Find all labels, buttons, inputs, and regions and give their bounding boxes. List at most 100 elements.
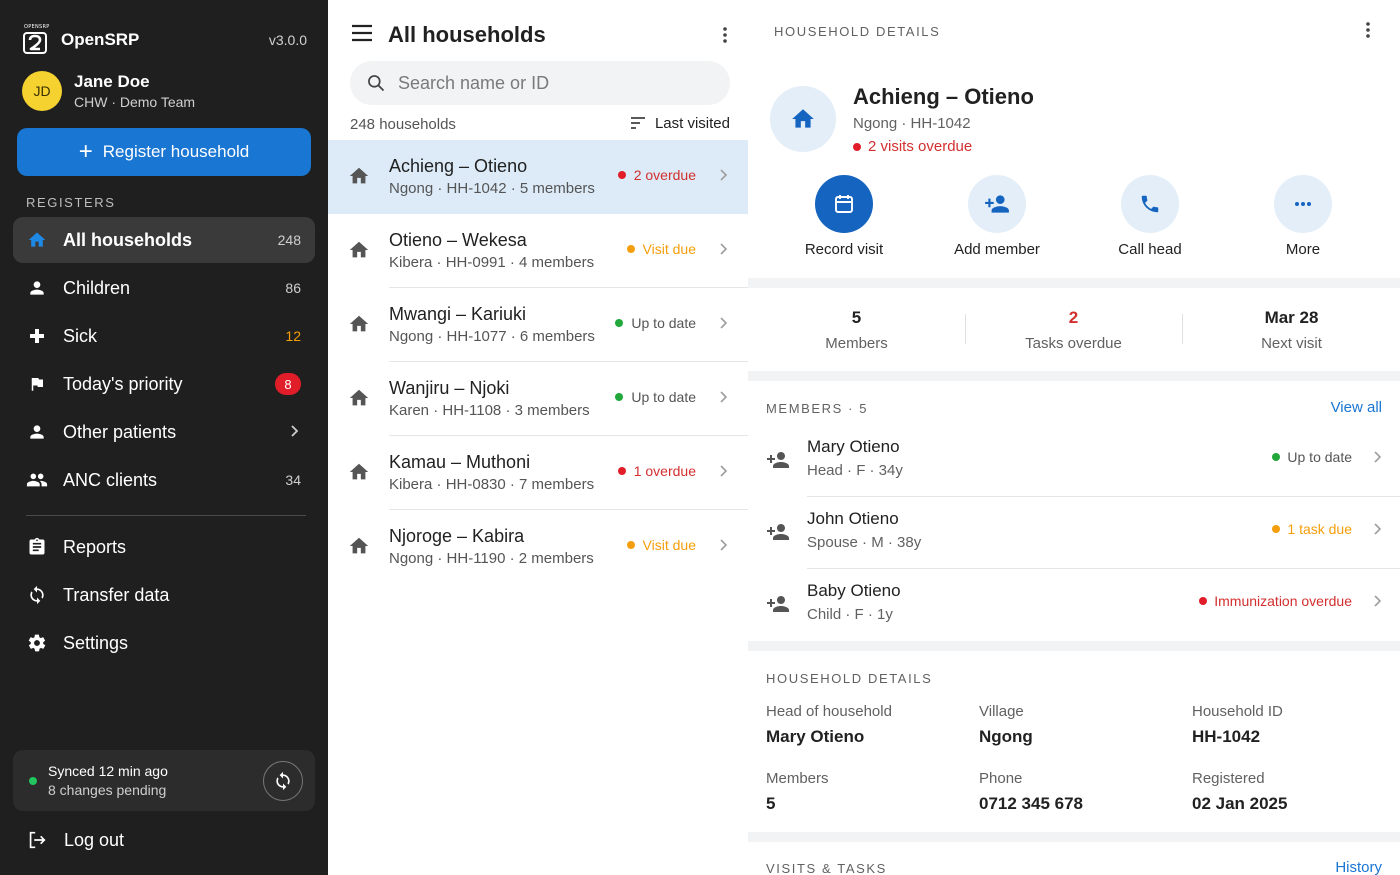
- sidebar-item-label: Other patients: [63, 421, 177, 442]
- chevron-right-icon: [1370, 450, 1384, 469]
- sidebar-item-todays-priority[interactable]: Today's priority 8: [13, 361, 315, 407]
- page-title: All households: [388, 22, 546, 47]
- member-row[interactable]: Baby Otieno Child · F · 1y Immunization …: [748, 569, 1400, 641]
- user-profile[interactable]: JD Jane Doe CHW · Demo Team: [22, 70, 307, 112]
- sort-label: Last visited: [654, 114, 730, 132]
- sidebar-item-label: ANC clients: [63, 469, 158, 490]
- sidebar-item-label: Children: [63, 277, 131, 298]
- sync-status-dot: [29, 777, 37, 785]
- household-row[interactable]: Achieng – Otieno Ngong · HH-1042 · 5 mem…: [328, 140, 748, 214]
- household-row[interactable]: Otieno – Wekesa Kibera · HH-0991 · 4 mem…: [328, 214, 748, 288]
- member-name: John Otieno: [807, 509, 899, 528]
- more-vert-icon[interactable]: [1358, 20, 1378, 40]
- status-text: Visit due: [642, 537, 696, 553]
- field-label: Household ID: [1192, 703, 1283, 720]
- sidebar-item-all-households[interactable]: All households 248: [13, 217, 315, 263]
- avatar: JD: [22, 71, 62, 111]
- chevron-right-icon: [716, 316, 730, 335]
- plus-icon: [26, 325, 48, 347]
- sync-now-button[interactable]: [263, 761, 303, 801]
- stat-members: 5 Members: [748, 308, 965, 352]
- sidebar-item-anc-clients[interactable]: ANC clients 34: [13, 457, 315, 503]
- search-bar[interactable]: [350, 61, 730, 105]
- calendar-icon: [835, 195, 853, 213]
- call-head-circle[interactable]: [1121, 175, 1179, 233]
- status-badge: Up to date: [615, 389, 696, 405]
- sidebar-item-other-patients[interactable]: Other patients: [13, 409, 315, 455]
- record-visit-button[interactable]: Record visit: [784, 175, 904, 258]
- more-actions-circle[interactable]: [1274, 175, 1332, 233]
- user-role: CHW · Demo Team: [74, 93, 196, 110]
- search-input[interactable]: [398, 72, 698, 94]
- household-subtitle: Ngong · HH-1042: [853, 115, 971, 132]
- household-avatar: [770, 86, 836, 152]
- home-icon: [348, 387, 370, 414]
- household-row[interactable]: Mwangi – Kariuki Ngong · HH-1077 · 6 mem…: [328, 288, 748, 362]
- sidebar-item-settings[interactable]: Settings: [13, 620, 315, 666]
- field-members: Members 5: [766, 770, 966, 814]
- household-row[interactable]: Wanjiru – Njoki Karen · HH-1108 · 3 memb…: [328, 362, 748, 436]
- member-meta: Head · F · 34y: [807, 462, 903, 479]
- brand: OPENSRP OpenSRP v3.0.0: [22, 24, 307, 54]
- member-row[interactable]: John Otieno Spouse · M · 38y 1 task due: [748, 497, 1400, 569]
- clipboard-icon: [26, 536, 48, 558]
- call-head-button[interactable]: Call head: [1090, 175, 1210, 258]
- status-badge: 1 overdue: [617, 463, 696, 479]
- field-label: Head of household: [766, 703, 892, 720]
- person-add-icon: [985, 195, 1009, 213]
- more-actions-button[interactable]: More: [1243, 175, 1363, 258]
- section-divider: [748, 371, 1400, 381]
- logout-button[interactable]: Log out: [26, 826, 124, 854]
- register-household-button[interactable]: + Register household: [17, 128, 311, 176]
- household-row[interactable]: Kamau – Muthoni Kibera · HH-0830 · 7 mem…: [328, 436, 748, 510]
- history-link[interactable]: History: [1335, 859, 1382, 875]
- home-icon: [348, 165, 370, 192]
- stat-next-visit: Mar 28 Next visit: [1183, 308, 1400, 352]
- household-row[interactable]: Njoroge – Kabira Ngong · HH-1190 · 2 mem…: [328, 510, 748, 584]
- sidebar-item-sick[interactable]: Sick 12: [13, 313, 315, 359]
- sidebar-item-count: 248: [277, 232, 301, 248]
- household-meta: Ngong · HH-1190 · 2 members: [389, 550, 594, 567]
- status-dot: [615, 319, 624, 327]
- view-all-link[interactable]: View all: [1331, 399, 1382, 416]
- field-head-of-household: Head of household Mary Otieno: [766, 703, 966, 747]
- household-name: Achieng – Otieno: [389, 156, 528, 176]
- more-icon: [1295, 202, 1311, 206]
- household-list-panel: All households 248 households Last visit…: [328, 0, 748, 875]
- sidebar-item-label: Transfer data: [63, 584, 170, 605]
- sort-button[interactable]: Last visited: [629, 114, 730, 132]
- add-member-circle[interactable]: [968, 175, 1026, 233]
- more-vert-icon[interactable]: [715, 25, 735, 45]
- field-value: 0712 345 678: [979, 794, 1083, 813]
- list-header: All households: [350, 20, 735, 50]
- household-name: Mwangi – Kariuki: [389, 304, 527, 324]
- menu-icon[interactable]: [350, 21, 374, 50]
- sidebar-item-children[interactable]: Children 86: [13, 265, 315, 311]
- add-member-button[interactable]: Add member: [937, 175, 1057, 258]
- status-badge: 2 overdue: [617, 167, 696, 183]
- sync-title: Synced 12 min ago: [48, 763, 168, 779]
- status-text: 1 task due: [1287, 521, 1352, 537]
- member-row[interactable]: Mary Otieno Head · F · 34y Up to date: [748, 425, 1400, 497]
- household-title: Achieng – Otieno: [853, 84, 1034, 109]
- chevron-right-icon: [716, 464, 730, 483]
- sidebar-item-transfer-data[interactable]: Transfer data: [13, 572, 315, 618]
- sidebar-item-reports[interactable]: Reports: [13, 524, 315, 570]
- household-count: 248 households: [350, 116, 456, 133]
- field-label: Members: [766, 770, 829, 787]
- household-meta: Ngong · HH-1077 · 6 members: [389, 328, 595, 345]
- status-dot: [626, 245, 635, 253]
- chevron-right-icon: [716, 242, 730, 261]
- status-dot: [617, 171, 626, 179]
- member-name: Mary Otieno: [807, 437, 900, 456]
- register-household-label: Register household: [102, 142, 250, 161]
- status-badge: Up to date: [1272, 449, 1352, 465]
- household-name: Wanjiru – Njoki: [389, 378, 510, 398]
- section-label: HOUSEHOLD DETAILS: [774, 24, 941, 39]
- field-value: 02 Jan 2025: [1192, 794, 1288, 813]
- app-version: v3.0.0: [268, 32, 307, 48]
- action-label: More: [1285, 241, 1321, 258]
- home-icon: [348, 461, 370, 488]
- record-visit-circle[interactable]: [815, 175, 873, 233]
- stat-label: Next visit: [1261, 335, 1322, 352]
